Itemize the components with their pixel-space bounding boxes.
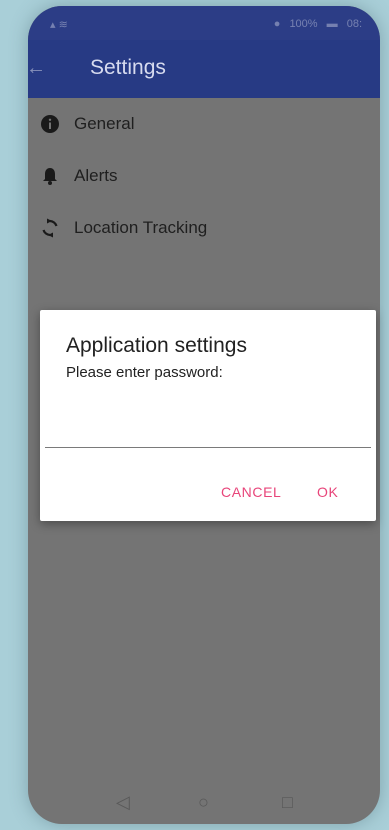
menu-item-general[interactable]: General bbox=[28, 98, 380, 150]
battery-percent: 100% bbox=[289, 18, 318, 30]
sync-icon bbox=[42, 218, 58, 238]
password-input[interactable] bbox=[45, 414, 371, 448]
password-dialog: Application settings Please enter passwo… bbox=[40, 310, 376, 521]
menu-item-label: General bbox=[74, 114, 135, 133]
signal-icon: ▴ ≋ bbox=[50, 19, 68, 31]
battery-icon: ▬ bbox=[326, 18, 338, 30]
status-bar: ▴ ≋ ● 100% ▬ 08: bbox=[28, 6, 380, 40]
clock: 08: bbox=[346, 18, 362, 30]
ok-button[interactable]: OK bbox=[317, 484, 338, 500]
nav-back-icon[interactable]: ◁ bbox=[116, 792, 130, 813]
nav-recents-icon[interactable]: □ bbox=[282, 792, 293, 813]
bell-icon bbox=[43, 168, 57, 185]
page-title: Settings bbox=[90, 56, 166, 79]
dialog-message: Please enter password: bbox=[66, 364, 223, 381]
status-right: ● 100% ▬ 08: bbox=[268, 18, 362, 30]
menu-item-label: Alerts bbox=[74, 166, 118, 185]
dialog-title: Application settings bbox=[66, 334, 247, 357]
cancel-button[interactable]: CANCEL bbox=[221, 484, 281, 500]
menu-item-label: Location Tracking bbox=[74, 218, 208, 237]
app-bar: ← Settings bbox=[28, 40, 380, 98]
info-icon bbox=[41, 115, 59, 133]
menu-item-location-tracking[interactable]: Location Tracking bbox=[28, 202, 380, 254]
settings-menu: General Alerts Location Tracking bbox=[28, 98, 380, 254]
back-arrow-icon[interactable]: ← bbox=[28, 56, 50, 80]
menu-item-alerts[interactable]: Alerts bbox=[28, 150, 380, 202]
location-icon: ● bbox=[273, 18, 281, 30]
navigation-bar: ◁ ○ □ bbox=[28, 784, 380, 824]
nav-home-icon[interactable]: ○ bbox=[198, 792, 209, 813]
